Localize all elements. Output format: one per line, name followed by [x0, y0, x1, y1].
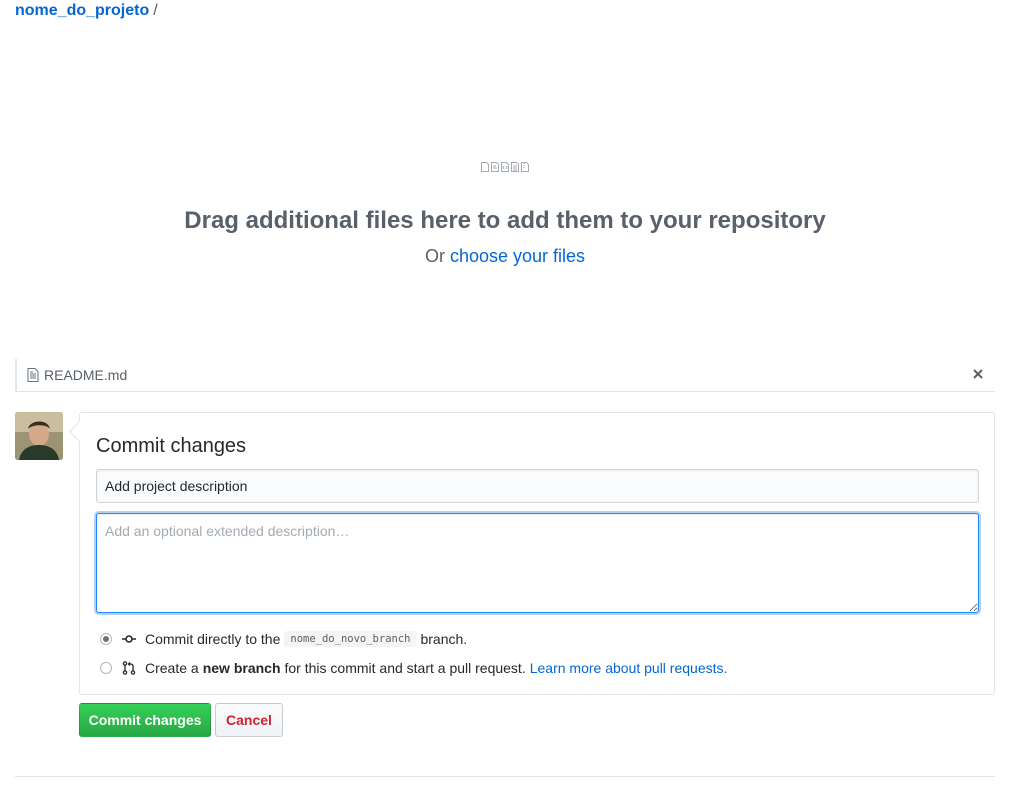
new-branch-prefix: Create a: [145, 660, 199, 676]
new-branch-bold: new branch: [202, 660, 281, 676]
commit-form: Commit changes Commit directly to the no…: [79, 412, 995, 695]
new-branch-suffix: for this commit and start a pull request…: [284, 660, 526, 676]
git-commit-icon: [122, 632, 136, 646]
file-type-icons: [0, 162, 1010, 172]
file-name: README.md: [44, 367, 128, 383]
commit-direct-prefix: Commit directly to the: [145, 631, 281, 647]
uploaded-file-row: README.md: [15, 359, 995, 392]
choose-files-link[interactable]: choose your files: [450, 246, 585, 266]
commit-changes-button[interactable]: Commit changes: [79, 703, 211, 737]
git-pull-request-icon: [122, 661, 136, 675]
file-icon: [481, 162, 489, 172]
commit-title: Commit changes: [96, 435, 247, 457]
file-code-icon: [501, 162, 509, 172]
file-pdf-icon: [491, 162, 499, 172]
new-branch-option[interactable]: Create a new branch for this commit and …: [100, 658, 727, 678]
commit-direct-option[interactable]: Commit directly to the nome_do_novo_bran…: [100, 629, 467, 649]
cancel-button[interactable]: Cancel: [215, 703, 283, 737]
new-branch-radio[interactable]: [100, 662, 112, 674]
commit-summary-input[interactable]: [96, 469, 979, 503]
commit-description-input[interactable]: [96, 513, 979, 613]
repo-link[interactable]: nome_do_projeto: [15, 2, 149, 19]
learn-more-link[interactable]: Learn more about pull requests.: [530, 660, 728, 676]
close-icon[interactable]: [971, 366, 985, 382]
breadcrumb: nome_do_projeto /: [15, 1, 158, 21]
commit-direct-radio[interactable]: [100, 633, 112, 645]
dropzone-title: Drag additional files here to add them t…: [184, 207, 826, 234]
file-text-icon: [511, 162, 519, 172]
dropzone-prefix: Or: [424, 246, 445, 266]
file-text-icon: [27, 368, 39, 382]
file-zip-icon: [521, 162, 529, 172]
dropzone-subtitle: Or choose your files: [0, 245, 1010, 267]
branch-name: nome_do_novo_branch: [284, 631, 417, 647]
commit-direct-suffix: branch.: [420, 631, 468, 647]
avatar: [15, 412, 63, 460]
divider: [15, 776, 995, 777]
breadcrumb-separator: /: [153, 2, 158, 19]
